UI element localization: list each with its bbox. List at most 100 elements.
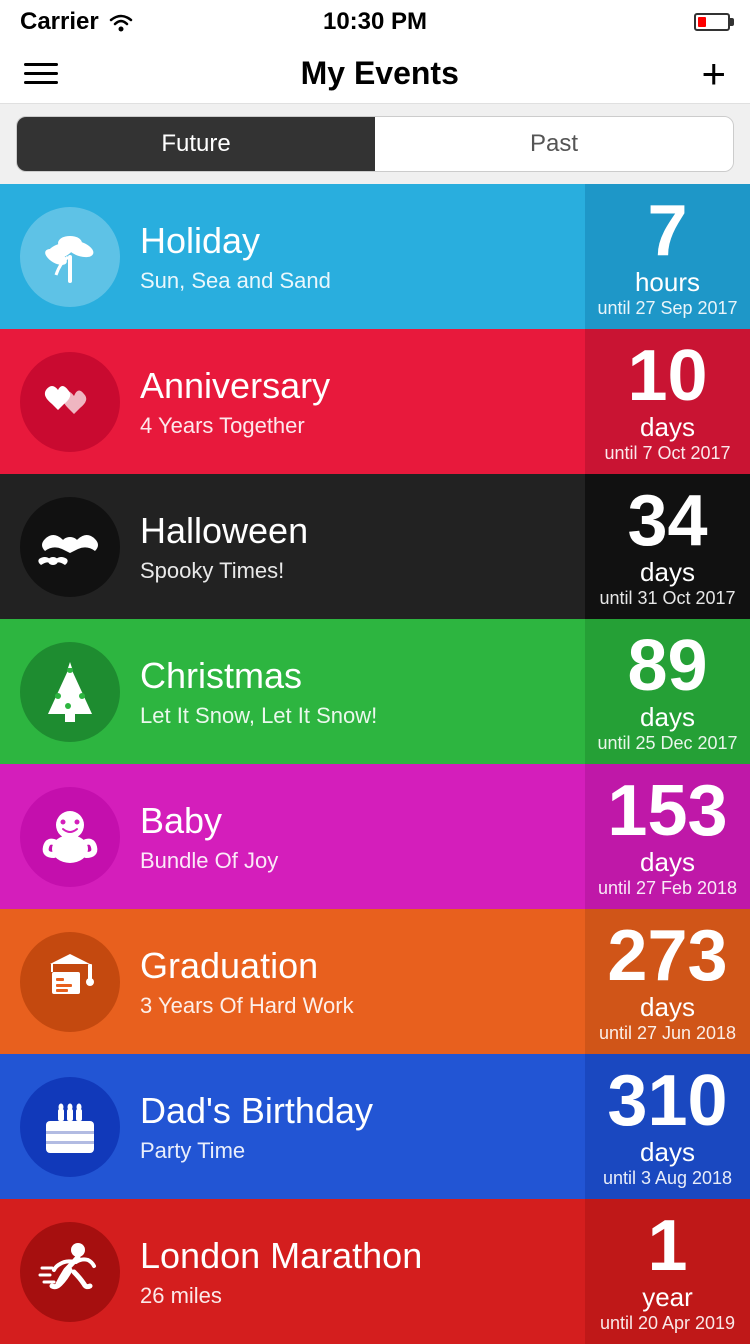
event-icon-christmas: [20, 642, 120, 742]
countdown-number-halloween: 34: [627, 485, 707, 557]
baby-icon: [38, 805, 102, 869]
event-row[interactable]: Dad's Birthday Party Time 310 days until…: [0, 1054, 750, 1199]
event-name-holiday: Holiday: [140, 220, 331, 262]
event-name-halloween: Halloween: [140, 510, 308, 552]
countdown-date-graduation: until 27 Jun 2018: [599, 1023, 736, 1044]
wifi-icon: [107, 12, 135, 32]
event-icon-anniversary: [20, 352, 120, 452]
nav-bar: My Events +: [0, 44, 750, 104]
page-title: My Events: [301, 55, 459, 92]
event-icon-holiday: [20, 207, 120, 307]
event-text-holiday: Holiday Sun, Sea and Sand: [140, 220, 331, 294]
segment-future[interactable]: Future: [17, 117, 375, 171]
event-subtitle-graduation: 3 Years Of Hard Work: [140, 993, 354, 1019]
event-row[interactable]: Holiday Sun, Sea and Sand 7 hours until …: [0, 184, 750, 329]
event-subtitle-anniversary: 4 Years Together: [140, 413, 330, 439]
countdown-date-halloween: until 31 Oct 2017: [599, 588, 735, 609]
status-time: 10:30 PM: [323, 8, 427, 36]
event-text-marathon: London Marathon 26 miles: [140, 1235, 422, 1309]
event-subtitle-halloween: Spooky Times!: [140, 558, 308, 584]
event-main-holiday: Holiday Sun, Sea and Sand: [0, 184, 585, 329]
event-countdown-anniversary: 10 days until 7 Oct 2017: [585, 329, 750, 474]
countdown-unit-marathon: year: [642, 1282, 693, 1313]
event-name-christmas: Christmas: [140, 655, 377, 697]
countdown-number-holiday: 7: [647, 195, 687, 267]
event-subtitle-holiday: Sun, Sea and Sand: [140, 268, 331, 294]
event-subtitle-marathon: 26 miles: [140, 1283, 422, 1309]
countdown-number-baby: 153: [607, 775, 727, 847]
battery-area: [694, 13, 730, 31]
event-text-birthday: Dad's Birthday Party Time: [140, 1090, 373, 1164]
event-icon-marathon: [20, 1222, 120, 1322]
countdown-number-marathon: 1: [647, 1210, 687, 1282]
add-event-button[interactable]: +: [701, 53, 726, 95]
event-row[interactable]: Christmas Let It Snow, Let It Snow! 89 d…: [0, 619, 750, 764]
countdown-unit-anniversary: days: [640, 412, 695, 443]
countdown-number-graduation: 273: [607, 920, 727, 992]
countdown-unit-graduation: days: [640, 992, 695, 1023]
carrier-label: Carrier: [20, 8, 99, 36]
event-main-birthday: Dad's Birthday Party Time: [0, 1054, 585, 1199]
countdown-number-anniversary: 10: [627, 340, 707, 412]
event-row[interactable]: Anniversary 4 Years Together 10 days unt…: [0, 329, 750, 474]
countdown-date-marathon: until 20 Apr 2019: [600, 1313, 735, 1334]
event-name-graduation: Graduation: [140, 945, 354, 987]
event-subtitle-birthday: Party Time: [140, 1138, 373, 1164]
event-countdown-halloween: 34 days until 31 Oct 2017: [585, 474, 750, 619]
bat-icon: [35, 515, 105, 579]
countdown-date-christmas: until 25 Dec 2017: [597, 733, 737, 754]
countdown-unit-christmas: days: [640, 702, 695, 733]
event-subtitle-christmas: Let It Snow, Let It Snow!: [140, 703, 377, 729]
countdown-unit-holiday: hours: [635, 267, 700, 298]
battery-fill: [698, 17, 706, 27]
event-name-baby: Baby: [140, 800, 278, 842]
event-subtitle-baby: Bundle Of Joy: [140, 848, 278, 874]
countdown-number-christmas: 89: [627, 630, 707, 702]
countdown-number-birthday: 310: [607, 1065, 727, 1137]
menu-button[interactable]: [24, 63, 58, 84]
event-icon-birthday: [20, 1077, 120, 1177]
event-icon-graduation: [20, 932, 120, 1032]
event-text-baby: Baby Bundle Of Joy: [140, 800, 278, 874]
status-bar: Carrier 10:30 PM: [0, 0, 750, 44]
hearts-icon: [38, 370, 102, 434]
countdown-date-holiday: until 27 Sep 2017: [597, 298, 737, 319]
event-main-anniversary: Anniversary 4 Years Together: [0, 329, 585, 474]
event-list: Holiday Sun, Sea and Sand 7 hours until …: [0, 184, 750, 1344]
event-countdown-baby: 153 days until 27 Feb 2018: [585, 764, 750, 909]
event-row[interactable]: Graduation 3 Years Of Hard Work 273 days…: [0, 909, 750, 1054]
event-main-graduation: Graduation 3 Years Of Hard Work: [0, 909, 585, 1054]
countdown-unit-baby: days: [640, 847, 695, 878]
graduation-icon: [38, 950, 102, 1014]
battery-icon: [694, 13, 730, 31]
christmas-tree-icon: [38, 660, 102, 724]
event-text-halloween: Halloween Spooky Times!: [140, 510, 308, 584]
hamburger-line-2: [24, 72, 58, 75]
event-name-anniversary: Anniversary: [140, 365, 330, 407]
event-row[interactable]: Halloween Spooky Times! 34 days until 31…: [0, 474, 750, 619]
segment-past[interactable]: Past: [375, 117, 733, 171]
event-text-christmas: Christmas Let It Snow, Let It Snow!: [140, 655, 377, 729]
event-main-christmas: Christmas Let It Snow, Let It Snow!: [0, 619, 585, 764]
segment-control: Future Past: [16, 116, 734, 172]
event-text-anniversary: Anniversary 4 Years Together: [140, 365, 330, 439]
event-icon-halloween: [20, 497, 120, 597]
event-countdown-marathon: 1 year until 20 Apr 2019: [585, 1199, 750, 1344]
event-countdown-christmas: 89 days until 25 Dec 2017: [585, 619, 750, 764]
event-main-marathon: London Marathon 26 miles: [0, 1199, 585, 1344]
event-name-birthday: Dad's Birthday: [140, 1090, 373, 1132]
carrier-info: Carrier: [20, 8, 135, 36]
event-countdown-holiday: 7 hours until 27 Sep 2017: [585, 184, 750, 329]
birthday-cake-icon: [38, 1095, 102, 1159]
event-text-graduation: Graduation 3 Years Of Hard Work: [140, 945, 354, 1019]
countdown-unit-birthday: days: [640, 1137, 695, 1168]
event-row[interactable]: Baby Bundle Of Joy 153 days until 27 Feb…: [0, 764, 750, 909]
countdown-date-anniversary: until 7 Oct 2017: [604, 443, 730, 464]
hamburger-line-3: [24, 81, 58, 84]
event-main-halloween: Halloween Spooky Times!: [0, 474, 585, 619]
event-main-baby: Baby Bundle Of Joy: [0, 764, 585, 909]
event-name-marathon: London Marathon: [140, 1235, 422, 1277]
event-row[interactable]: London Marathon 26 miles 1 year until 20…: [0, 1199, 750, 1344]
hamburger-line-1: [24, 63, 58, 66]
event-countdown-graduation: 273 days until 27 Jun 2018: [585, 909, 750, 1054]
